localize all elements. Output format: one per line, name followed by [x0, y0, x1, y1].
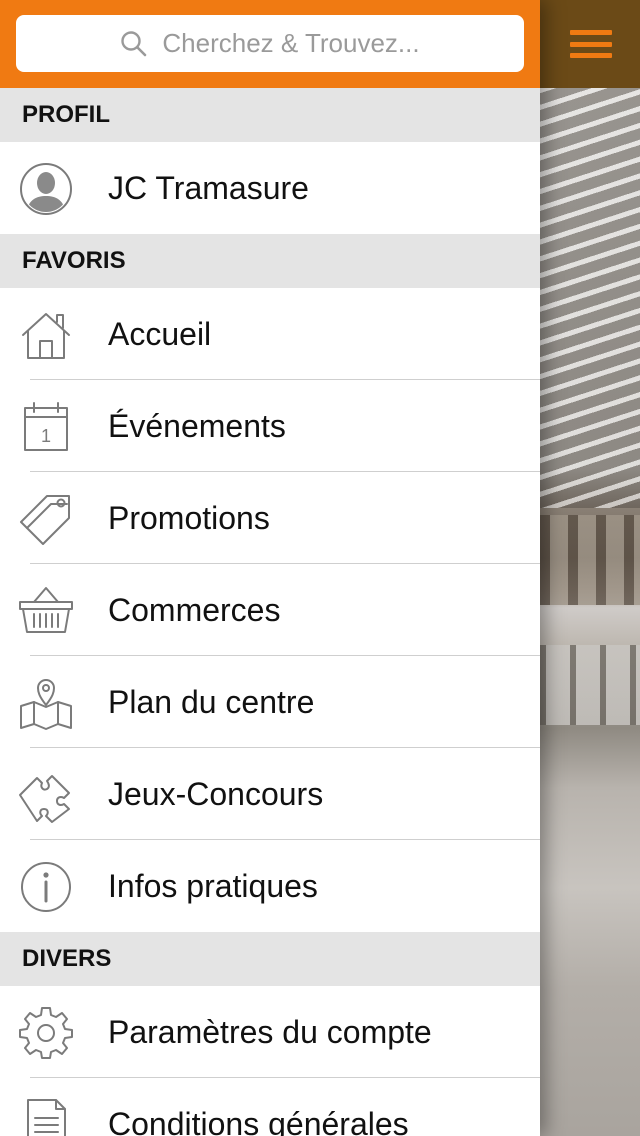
menu-item-label: Événements: [108, 408, 286, 444]
section-header-favoris: FAVORIS: [0, 234, 540, 288]
basket-icon: [17, 582, 75, 640]
menu-item-label: Commerces: [108, 592, 281, 628]
hamburger-menu-icon[interactable]: [570, 30, 612, 58]
menu-item-label: Plan du centre: [108, 684, 315, 720]
menu-item-evenements[interactable]: 1 Événements: [0, 380, 540, 472]
menu-item-label: Promotions: [108, 500, 270, 536]
menu-item-label: Conditions générales: [108, 1106, 409, 1136]
side-drawer-menu: Cherchez & Trouvez... PROFIL JC Tramasur…: [0, 0, 540, 1136]
menu-item-promotions[interactable]: Promotions: [0, 472, 540, 564]
gear-icon: [17, 1004, 75, 1062]
calendar-icon: 1: [17, 398, 75, 456]
search-input[interactable]: Cherchez & Trouvez...: [16, 15, 524, 72]
menu-item-label: Infos pratiques: [108, 868, 318, 904]
menu-item-parametres-du-compte[interactable]: Paramètres du compte: [0, 986, 540, 1078]
section-header-divers: DIVERS: [0, 932, 540, 986]
menu-item-label: Jeux-Concours: [108, 776, 324, 812]
app-screen: Cherchez & Trouvez... PROFIL JC Tramasur…: [0, 0, 640, 1136]
main-content-preview[interactable]: [540, 0, 640, 1136]
profile-name: JC Tramasure: [108, 170, 309, 206]
map-icon: [17, 674, 75, 732]
main-top-bar: [540, 0, 640, 88]
photo-detail-shopfronts-lower: [540, 645, 640, 725]
menu-item-commerces[interactable]: Commerces: [0, 564, 540, 656]
search-placeholder: Cherchez & Trouvez...: [162, 28, 420, 58]
document-icon: [17, 1096, 75, 1136]
menu-item-infos-pratiques[interactable]: Infos pratiques: [0, 840, 540, 932]
info-icon: [17, 858, 75, 916]
menu-item-label: Paramètres du compte: [108, 1014, 432, 1050]
menu-item-profile[interactable]: JC Tramasure: [0, 142, 540, 234]
photo-detail-shopfronts: [540, 515, 640, 605]
user-avatar-icon: [17, 160, 75, 218]
menu-item-accueil[interactable]: Accueil: [0, 288, 540, 380]
menu-item-jeux-concours[interactable]: Jeux-Concours: [0, 748, 540, 840]
menu-item-conditions-generales[interactable]: Conditions générales: [0, 1078, 540, 1136]
mall-interior-photo: [540, 88, 640, 1136]
section-header-profil: PROFIL: [0, 88, 540, 142]
home-icon: [17, 306, 75, 364]
search-icon: [120, 30, 148, 58]
search-bar: Cherchez & Trouvez...: [0, 0, 540, 88]
menu-item-plan-du-centre[interactable]: Plan du centre: [0, 656, 540, 748]
puzzle-icon: [17, 766, 75, 824]
menu-item-label: Accueil: [108, 316, 212, 352]
tag-icon: [17, 490, 75, 548]
calendar-day-number: 1: [41, 426, 51, 446]
